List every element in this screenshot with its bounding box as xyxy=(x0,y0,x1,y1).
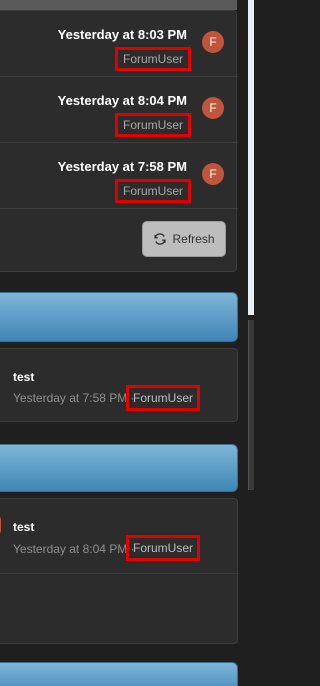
avatar[interactable] xyxy=(0,514,1,536)
refresh-icon xyxy=(154,233,167,245)
recent-activity-card: Yesterday at 8:03 PM ForumUser F Yesterd… xyxy=(0,10,238,272)
post-card[interactable]: test Yesterday at 7:58 PM · ForumUser xyxy=(0,348,238,422)
post-meta: Yesterday at 8:04 PM · xyxy=(13,542,135,556)
avatar[interactable]: F xyxy=(202,31,224,53)
section-header xyxy=(0,444,238,492)
post-username[interactable]: ForumUser xyxy=(126,535,201,561)
activity-row[interactable]: Yesterday at 8:04 PM ForumUser F xyxy=(0,77,238,143)
refresh-button[interactable]: Refresh xyxy=(142,221,226,257)
activity-username[interactable]: ForumUser xyxy=(114,179,191,203)
post-username[interactable]: ForumUser xyxy=(126,385,201,411)
section-header xyxy=(0,662,238,686)
activity-time[interactable]: Yesterday at 7:58 PM xyxy=(58,159,187,174)
activity-username[interactable]: ForumUser xyxy=(114,47,191,71)
activity-row[interactable]: Yesterday at 8:03 PM ForumUser F xyxy=(0,11,238,77)
post-title[interactable]: test xyxy=(13,370,34,384)
refresh-label: Refresh xyxy=(172,232,215,246)
activity-time[interactable]: Yesterday at 8:04 PM xyxy=(58,93,187,108)
refresh-row: Refresh xyxy=(0,209,238,271)
activity-username[interactable]: ForumUser xyxy=(114,113,191,137)
divider xyxy=(0,573,239,574)
right-scroll-panel xyxy=(248,320,254,490)
avatar[interactable]: F xyxy=(202,163,224,185)
post-card[interactable]: test Yesterday at 8:04 PM · ForumUser xyxy=(0,498,239,644)
section-header xyxy=(0,292,238,342)
post-meta: Yesterday at 7:58 PM · xyxy=(13,391,135,405)
avatar[interactable]: F xyxy=(202,97,224,119)
top-bar xyxy=(0,0,237,10)
activity-time[interactable]: Yesterday at 8:03 PM xyxy=(58,27,187,42)
post-title[interactable]: test xyxy=(13,520,34,534)
right-panel xyxy=(248,0,254,315)
forum-sidebar: Yesterday at 8:03 PM ForumUser F Yesterd… xyxy=(0,0,254,686)
activity-row[interactable]: Yesterday at 7:58 PM ForumUser F xyxy=(0,143,238,209)
